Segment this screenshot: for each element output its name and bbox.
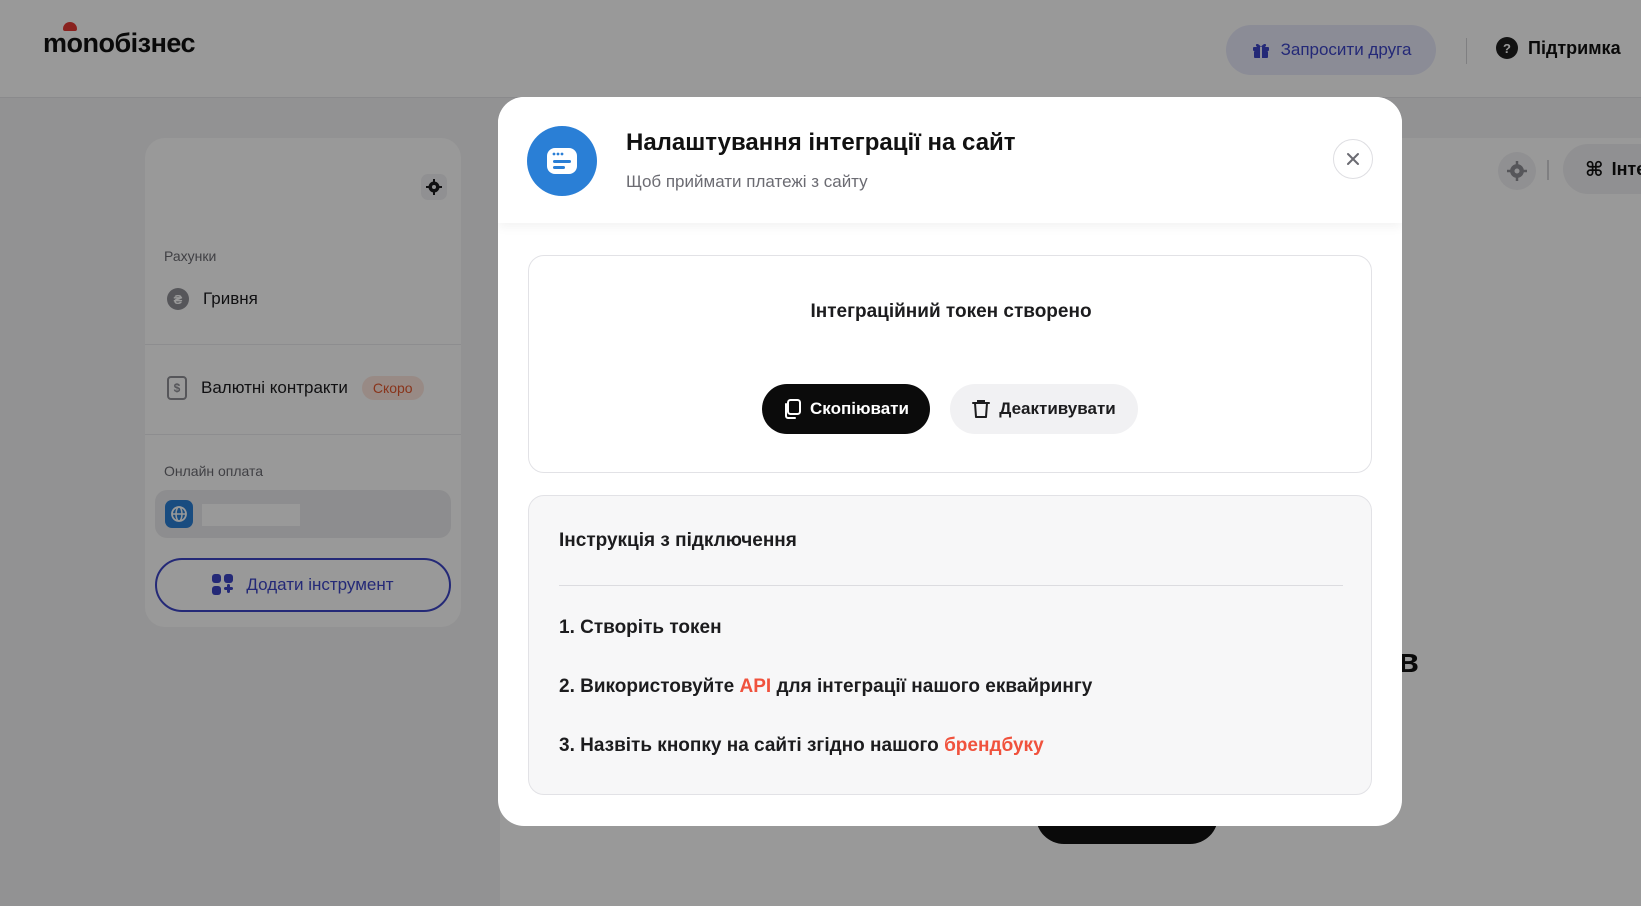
instructions-title: Інструкція з підключення <box>559 530 797 551</box>
modal-title: Налаштування інтеграції на сайт <box>626 129 1016 156</box>
modal-subtitle: Щоб приймати платежі з сайту <box>626 172 868 191</box>
trash-icon <box>972 400 991 418</box>
modal-header: Налаштування інтеграції на сайт Щоб прий… <box>498 97 1402 223</box>
step-text: для інтеграції нашого еквайрингу <box>771 676 1093 697</box>
step-text: 1. Створіть токен <box>559 617 722 638</box>
api-link[interactable]: API <box>740 676 772 697</box>
instructions-card: Інструкція з підключення 1. Створіть ток… <box>528 495 1372 795</box>
instruction-step-3: 3. Назвіть кнопку на сайті згідно нашого… <box>559 735 1044 757</box>
copy-token-button[interactable]: Скопіювати <box>762 384 930 434</box>
deactivate-token-button[interactable]: Деактивувати <box>950 384 1138 434</box>
integration-settings-modal: Налаштування інтеграції на сайт Щоб прий… <box>498 97 1402 826</box>
close-button[interactable] <box>1333 139 1373 179</box>
close-icon <box>1347 153 1359 165</box>
brandbook-link[interactable]: брендбуку <box>944 735 1044 756</box>
browser-window-icon <box>527 126 597 196</box>
step-text: 3. Назвіть кнопку на сайті згідно нашого <box>559 735 945 756</box>
token-card: Інтеграційний токен створено Скопіювати … <box>528 255 1372 473</box>
step-text: 2. Використовуйте <box>559 676 740 697</box>
copy-icon <box>785 399 802 419</box>
instruction-step-1: 1. Створіть токен <box>559 617 722 639</box>
deactivate-label: Деактивувати <box>999 399 1116 418</box>
copy-label: Скопіювати <box>810 399 909 418</box>
token-created-title: Інтеграційний токен створено <box>810 301 1092 322</box>
instruction-step-2: 2. Використовуйте API для інтеграції наш… <box>559 676 1092 698</box>
instructions-divider <box>559 585 1343 586</box>
